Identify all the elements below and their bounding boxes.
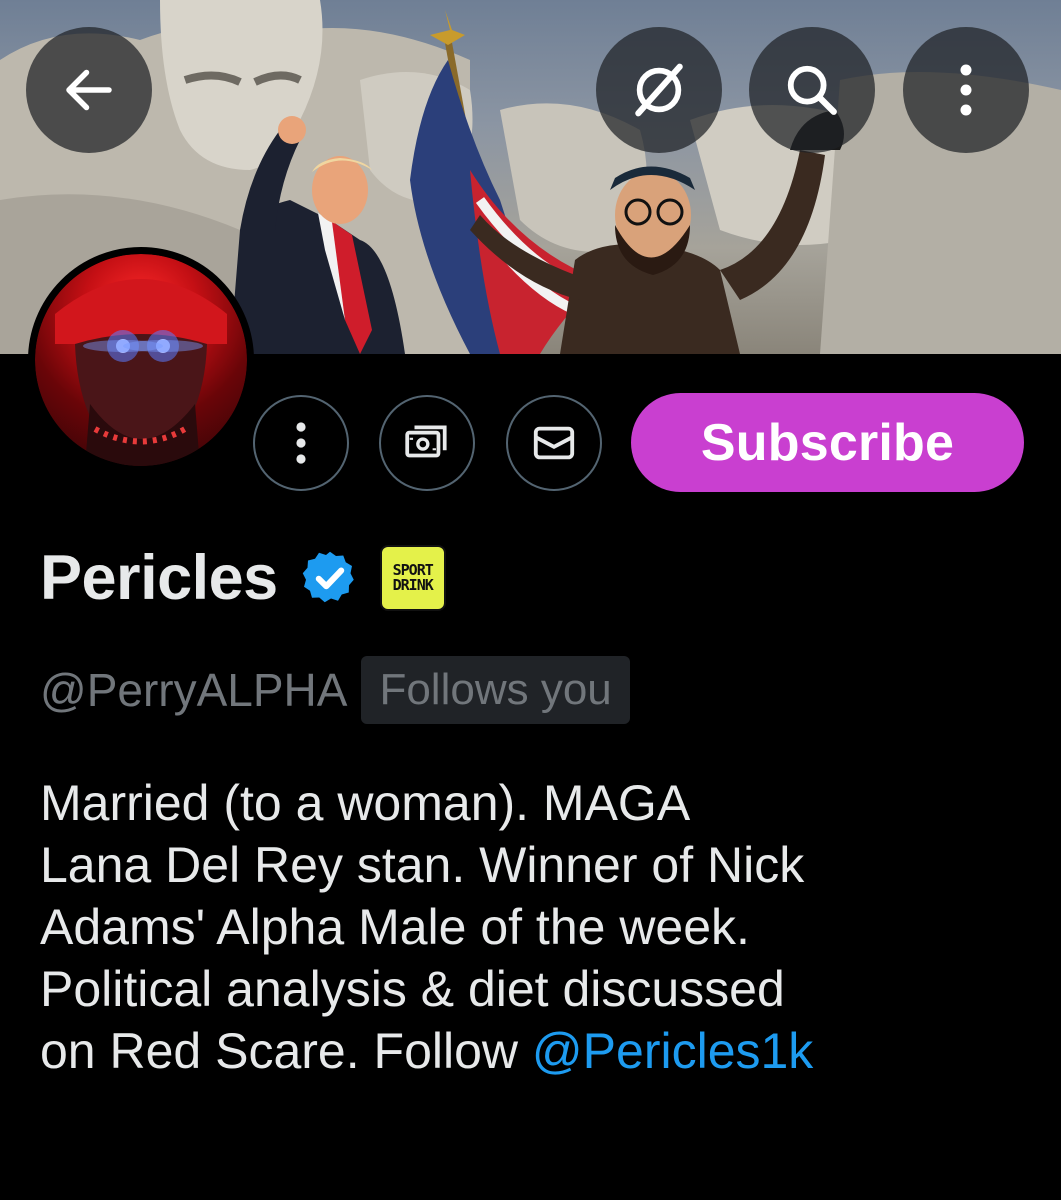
more-vertical-icon (296, 422, 306, 464)
bio-text: on Red Scare. Follow (40, 1023, 532, 1079)
follows-you-badge: Follows you (361, 656, 630, 724)
affiliate-badge-line-2: DRINK (392, 576, 434, 594)
search-icon (787, 65, 837, 115)
avatar-image (35, 254, 247, 466)
money-icon (405, 425, 447, 458)
avatar[interactable] (28, 247, 254, 473)
more-vertical-icon (960, 64, 972, 116)
message-button[interactable] (506, 395, 602, 491)
bio-mention-link[interactable]: @Pericles1k (532, 1023, 813, 1079)
mail-icon (533, 426, 575, 460)
bio: Married (to a woman). MAGA Lana Del Rey … (40, 772, 1030, 1082)
handle: @PerryALPHA (40, 664, 348, 716)
grok-button[interactable] (596, 27, 722, 153)
affiliate-badge[interactable]: SPORT DRINK (379, 545, 446, 611)
bio-line: Lana Del Rey stan. Winner of Nick (40, 837, 805, 893)
grok-icon (635, 63, 683, 117)
display-name: Pericles (40, 543, 278, 613)
more-options-button[interactable] (903, 27, 1029, 153)
subscribe-button[interactable]: Subscribe (631, 393, 1024, 492)
back-button[interactable] (26, 27, 152, 153)
bio-line: Married (to a woman). MAGA (40, 775, 691, 831)
profile-more-button[interactable] (253, 395, 349, 491)
bio-line: Political analysis & diet discussed (40, 961, 785, 1017)
search-button[interactable] (749, 27, 875, 153)
handle-row: @PerryALPHA Follows you (40, 654, 630, 726)
tip-button[interactable] (379, 395, 475, 491)
bio-line-last: on Red Scare. Follow @Pericles1k (40, 1020, 1030, 1082)
arrow-left-icon (66, 69, 112, 111)
verified-badge-icon[interactable] (300, 548, 360, 608)
bio-line: Adams' Alpha Male of the week. (40, 899, 750, 955)
name-row: Pericles SPORT DRINK (40, 538, 446, 618)
